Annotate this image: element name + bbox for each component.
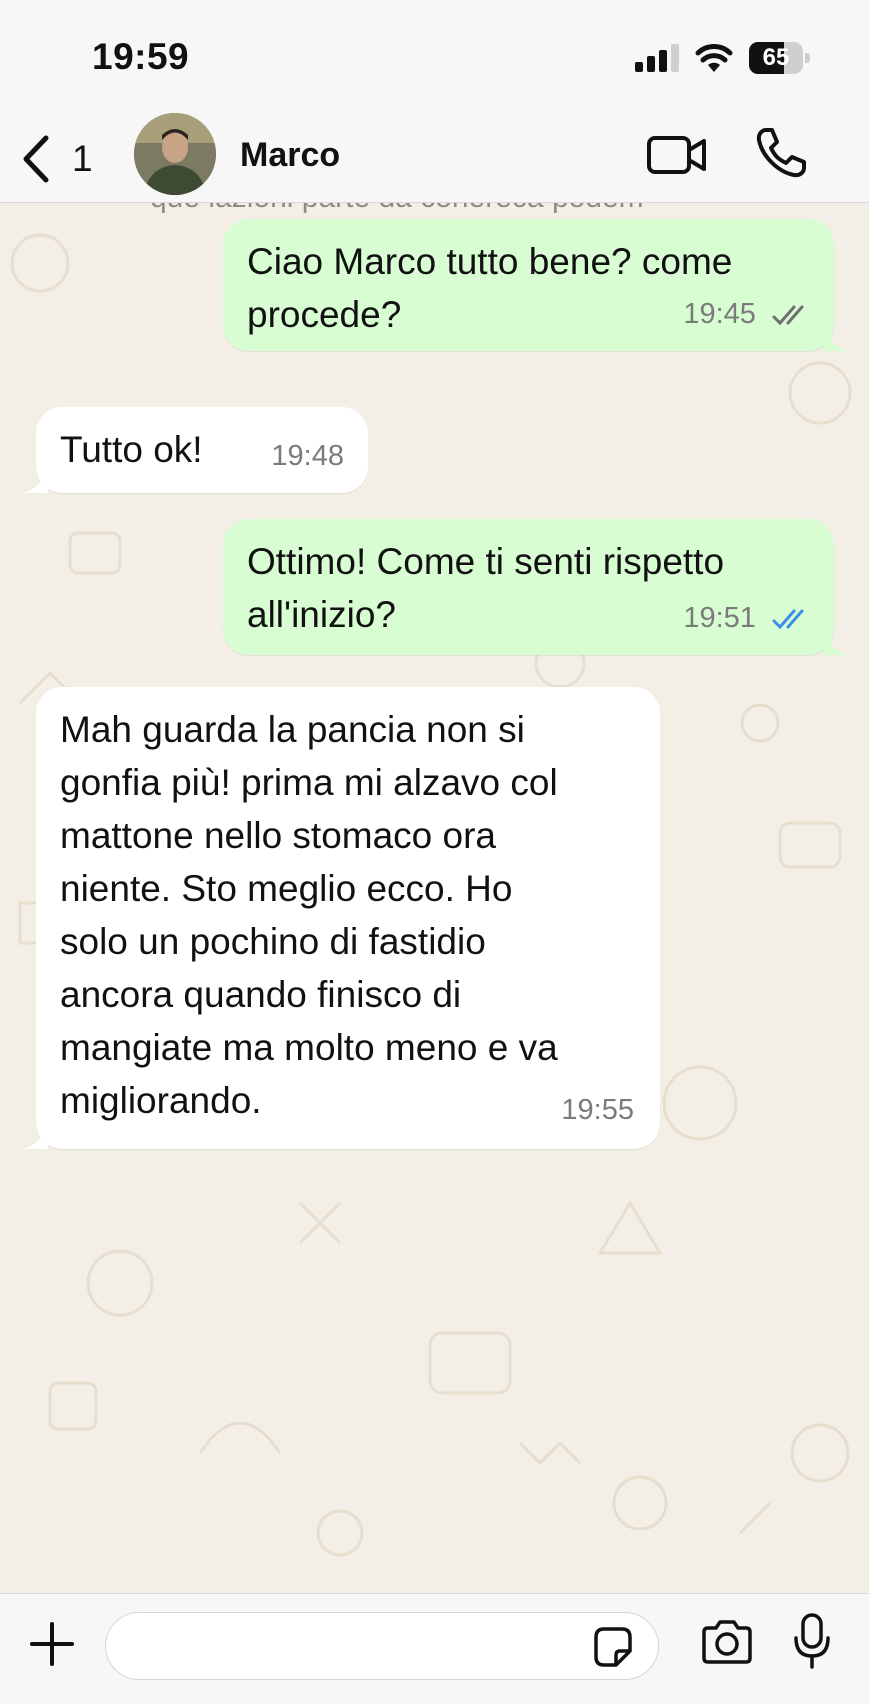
- message-text: Ciao Marco tutto bene? come: [247, 241, 733, 282]
- video-call-icon[interactable]: [646, 130, 708, 178]
- composer-bar: [0, 1593, 869, 1704]
- message-meta: 19:55: [561, 1084, 634, 1137]
- delivered-ticks-icon: [772, 305, 804, 326]
- message-text: solo un pochino di fastidio: [60, 921, 486, 962]
- read-ticks-icon: [772, 609, 804, 630]
- message-meta: 19:48: [271, 430, 344, 483]
- message-time: 19:55: [561, 1094, 634, 1126]
- camera-icon[interactable]: [700, 1618, 754, 1666]
- message-text: Ottimo! Come ti senti rispetto: [247, 541, 725, 582]
- contact-name[interactable]: Marco: [240, 136, 340, 175]
- sticker-icon[interactable]: [590, 1625, 634, 1669]
- message-text: migliorando.: [60, 1080, 262, 1121]
- message-time: 19:48: [271, 440, 344, 472]
- message-input-field[interactable]: [105, 1612, 659, 1680]
- partial-message-text: que lazioni parte da cohereca podem: [150, 203, 644, 215]
- plus-icon[interactable]: [28, 1620, 76, 1668]
- message-time: 19:51: [683, 602, 756, 634]
- chevron-left-icon: [23, 135, 49, 183]
- message-text: gonfia più! prima mi alzavo col: [60, 762, 558, 803]
- back-button[interactable]: 1: [14, 124, 114, 184]
- message-meta: 19:45: [683, 288, 812, 341]
- message-bubble-outgoing[interactable]: Ciao Marco tutto bene? come procede? 19:…: [223, 219, 834, 351]
- message-text: mattone nello stomaco ora: [60, 815, 497, 856]
- cellular-signal-icon: [635, 44, 679, 72]
- message-text: ancora quando finisco di: [60, 974, 462, 1015]
- message-bubble-incoming[interactable]: Tutto ok! 19:48: [36, 407, 368, 493]
- status-bar: 19:59 65: [0, 0, 869, 110]
- avatar[interactable]: [134, 113, 216, 195]
- message-text: niente. Sto meglio ecco. Ho: [60, 868, 513, 909]
- bubble-tail: [22, 1123, 48, 1149]
- bubble-tail: [824, 325, 850, 351]
- battery-level: 65: [762, 44, 790, 71]
- message-input[interactable]: [130, 1623, 574, 1671]
- chat-area[interactable]: que lazioni parte da cohereca podem Ciao…: [0, 203, 869, 1593]
- message-time: 19:45: [683, 298, 756, 330]
- message-text: Mah guarda la pancia non si: [60, 709, 525, 750]
- message-bubble-outgoing[interactable]: Ottimo! Come ti senti rispetto all'inizi…: [223, 519, 834, 655]
- message-bubble-incoming[interactable]: Mah guarda la pancia non si gonfia più! …: [36, 687, 660, 1149]
- bubble-tail: [824, 629, 850, 655]
- wifi-icon: [695, 44, 733, 72]
- microphone-icon[interactable]: [792, 1612, 832, 1670]
- phone-icon[interactable]: [754, 126, 808, 180]
- chat-header: 1 Marco: [0, 110, 869, 203]
- unread-count: 1: [72, 138, 93, 179]
- bubble-tail: [22, 467, 48, 493]
- message-meta: 19:51: [683, 592, 812, 645]
- status-time: 19:59: [92, 36, 190, 77]
- battery-icon: 65: [749, 42, 811, 74]
- message-text: mangiate ma molto meno e va: [60, 1027, 558, 1068]
